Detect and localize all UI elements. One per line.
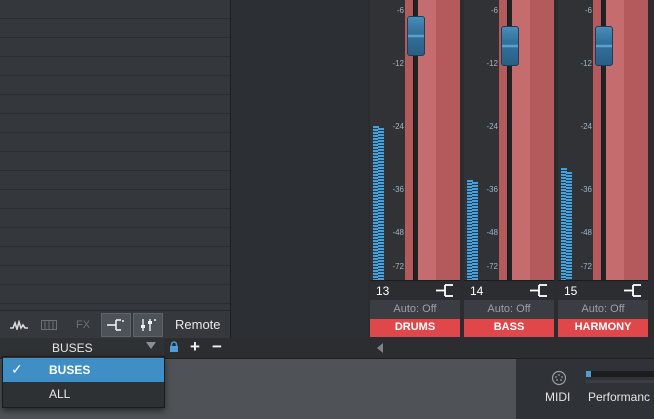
channel-name: DRUMS — [394, 321, 436, 333]
horizontal-scrollbar[interactable] — [368, 338, 654, 358]
list-item[interactable] — [0, 114, 230, 133]
scale-label: -12 — [580, 59, 592, 68]
performance-meter — [586, 371, 654, 377]
fx-button[interactable]: FX — [68, 313, 98, 337]
list-item[interactable] — [0, 152, 230, 171]
channel-name-button[interactable]: DRUMS — [370, 319, 460, 337]
channel-number-bar: 13 — [370, 280, 460, 301]
menu-item-buses[interactable]: ✓ BUSES — [3, 358, 164, 382]
level-meter — [566, 172, 572, 280]
minus-icon[interactable]: − — [212, 337, 222, 357]
list-item[interactable] — [0, 171, 230, 190]
level-meter — [378, 128, 384, 280]
menu-item-label: BUSES — [49, 363, 91, 377]
chevron-down-icon — [146, 342, 156, 349]
scale-label: -24 — [486, 122, 498, 131]
scale-label: -12 — [486, 59, 498, 68]
channel-number: 15 — [564, 284, 578, 298]
level-scale: -6 -12 -24 -36 -48 -72 — [370, 0, 405, 280]
level-meter — [472, 182, 478, 280]
list-item[interactable] — [0, 133, 230, 152]
list-item[interactable] — [0, 76, 230, 95]
routing-icon[interactable] — [530, 284, 548, 297]
plus-icon[interactable]: + — [190, 337, 200, 357]
mixer-settings-icon — [141, 319, 156, 331]
channel-number: 13 — [376, 284, 390, 298]
lock-icon[interactable] — [169, 341, 179, 353]
selector-row: BUSES + − — [0, 337, 368, 358]
middle-panel — [231, 0, 369, 338]
channel-fader-area: -6 -12 -24 -36 -48 -72 — [370, 0, 460, 280]
channel-number-bar: 14 — [464, 280, 554, 301]
browser-panel: FX Remote — [0, 0, 231, 339]
midi-label[interactable]: MIDI — [545, 390, 570, 404]
channel-filter-menu: ✓ BUSES ALL — [2, 356, 165, 408]
status-panel — [516, 359, 654, 419]
mixer-settings-button[interactable] — [133, 313, 163, 337]
channel-name: HARMONY — [574, 321, 632, 333]
performance-label[interactable]: Performanc — [588, 390, 650, 404]
keyboard-button[interactable] — [34, 313, 64, 337]
list-item[interactable] — [0, 57, 230, 76]
performance-meter-fill — [586, 371, 592, 377]
channel-name: BASS — [493, 321, 525, 333]
scale-label: -6 — [396, 6, 404, 15]
routing-icon[interactable] — [624, 284, 642, 297]
checkmark-icon: ✓ — [11, 361, 23, 377]
remote-label[interactable]: Remote — [175, 317, 221, 332]
list-item[interactable] — [0, 19, 230, 38]
fader-knob[interactable] — [595, 26, 613, 66]
channel-fader-area: -6 -12 -24 -36 -48 -72 — [464, 0, 554, 280]
automation-mode-button[interactable]: Auto: Off — [464, 300, 554, 319]
list-item[interactable] — [0, 266, 230, 285]
scroll-left-icon[interactable] — [377, 343, 383, 353]
list-item[interactable] — [0, 38, 230, 57]
scale-label: -12 — [392, 59, 404, 68]
routing-icon[interactable] — [436, 284, 454, 297]
level-scale: -6 -12 -24 -36 -48 -72 — [464, 0, 499, 280]
channel-name-button[interactable]: HARMONY — [558, 319, 648, 337]
automation-label: Auto: Off — [393, 303, 437, 315]
list-item[interactable] — [0, 209, 230, 228]
scale-label: -6 — [584, 6, 592, 15]
fader-knob[interactable] — [501, 26, 519, 66]
keyboard-icon — [41, 320, 57, 330]
channel-list[interactable] — [0, 0, 230, 310]
channel-number-bar: 15 — [558, 280, 648, 301]
channel-fader-area: -6 -12 -24 -36 -48 -72 — [558, 0, 648, 280]
channel-filter-select[interactable]: BUSES — [0, 338, 164, 358]
level-scale: -6 -12 -24 -36 -48 -72 — [558, 0, 593, 280]
waveform-icon — [10, 320, 28, 330]
menu-item-label: ALL — [49, 387, 71, 401]
panel-toolbar: FX Remote — [0, 310, 230, 339]
automation-label: Auto: Off — [581, 303, 625, 315]
fx-label: FX — [75, 319, 91, 331]
list-item[interactable] — [0, 247, 230, 266]
routing-button[interactable] — [101, 313, 131, 337]
channel-strip: -6 -12 -24 -36 -48 -72 13 Auto: Off DRUMS — [368, 0, 462, 338]
scale-label: -24 — [580, 122, 592, 131]
channel-name-button[interactable]: BASS — [464, 319, 554, 337]
midi-port-icon — [551, 370, 567, 386]
menu-item-all[interactable]: ALL — [3, 382, 164, 406]
automation-mode-button[interactable]: Auto: Off — [370, 300, 460, 319]
list-item[interactable] — [0, 190, 230, 209]
fader-knob[interactable] — [407, 16, 425, 56]
performance-meter-secondary — [586, 380, 654, 383]
automation-label: Auto: Off — [487, 303, 531, 315]
scale-label: -6 — [490, 6, 498, 15]
list-item[interactable] — [0, 228, 230, 247]
list-item[interactable] — [0, 285, 230, 304]
channel-number: 14 — [470, 284, 484, 298]
list-item[interactable] — [0, 95, 230, 114]
channel-strip: -6 -12 -24 -36 -48 -72 14 Auto: Off BASS — [462, 0, 556, 338]
waveform-button[interactable] — [4, 313, 34, 337]
automation-mode-button[interactable]: Auto: Off — [558, 300, 648, 319]
list-item[interactable] — [0, 0, 230, 19]
channel-strip: -6 -12 -24 -36 -48 -72 15 Auto: Off HARMONY — [556, 0, 650, 338]
routing-icon — [107, 319, 124, 331]
channel-filter-value: BUSES — [52, 341, 93, 355]
